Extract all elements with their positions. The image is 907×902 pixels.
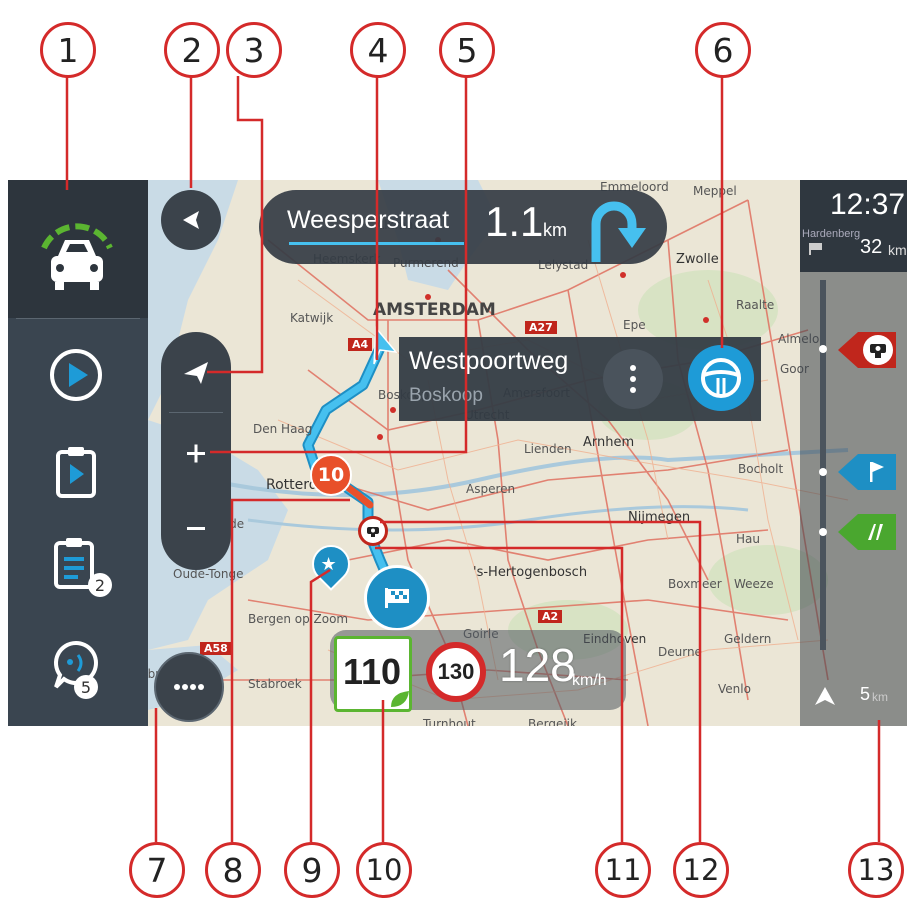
callout-3: 3 (226, 22, 282, 78)
route-bar-speed-camera[interactable] (838, 330, 898, 370)
callout-11: 11 (595, 842, 651, 898)
speed-camera-limit-sign: 130 (426, 642, 486, 702)
recent-count-badge: 2 (88, 573, 112, 597)
sidebar-divider (16, 318, 140, 319)
callout-5: 5 (439, 22, 495, 78)
drive-button[interactable] (688, 345, 754, 411)
speed-camera-limit-value: 130 (437, 659, 475, 684)
route-bar-rest-area[interactable] (838, 512, 898, 552)
traffic-delay-count: 10 (317, 464, 345, 486)
remaining-distance: 32 (860, 236, 883, 258)
location-popup[interactable]: Westpoortweg Boskoop (399, 337, 761, 421)
current-speed: 128 (499, 639, 576, 691)
connected-services-car-icon (41, 223, 113, 290)
zoom-divider (169, 412, 223, 413)
current-position-arrow-icon (815, 687, 835, 705)
clipboard-play-icon (56, 447, 96, 498)
callout-4: 4 (350, 22, 406, 78)
popup-subtitle: Boskoop (409, 385, 483, 406)
callout-9: 9 (284, 842, 340, 898)
popup-title: Westpoortweg (409, 347, 569, 375)
small-flag-icon (809, 243, 822, 255)
waypoint-flag-icon (838, 454, 896, 490)
callout-13: 13 (848, 842, 904, 898)
u-turn-icon (591, 201, 646, 262)
speed-camera-icon (838, 332, 896, 368)
callout-2: 2 (164, 22, 220, 78)
location-arrow-icon (184, 362, 208, 384)
report-button[interactable]: 5 (46, 635, 106, 699)
minus-icon (187, 527, 205, 530)
arrival-time: 12:37 (830, 188, 906, 221)
zoom-out-button[interactable] (161, 492, 231, 570)
vertical-dots-icon (630, 365, 636, 393)
steering-wheel-icon (701, 358, 741, 398)
play-circle-icon (50, 349, 102, 401)
zoom-in-button[interactable] (161, 414, 231, 492)
main-menu-sidebar: 2 5 (8, 180, 148, 726)
report-count-badge: 5 (74, 675, 98, 699)
destination-marker[interactable] (364, 565, 430, 631)
instruction-street: Weesperstraat (287, 206, 450, 234)
next-instruction-panel[interactable]: Weesperstraat 1.1 km (259, 190, 667, 264)
recent-destinations-button[interactable]: 2 (46, 535, 112, 597)
checkered-flag-icon (385, 588, 409, 608)
street-underline (289, 242, 464, 245)
speed-limit-value: 110 (343, 651, 402, 692)
more-dots-icon (174, 684, 204, 690)
route-event-dot (819, 468, 827, 476)
callout-12: 12 (673, 842, 729, 898)
route-progress-line (820, 280, 826, 650)
traffic-delay-badge[interactable]: 10 (310, 454, 352, 496)
route-event-dot (819, 528, 827, 536)
callout-6: 6 (695, 22, 751, 78)
callout-8: 8 (205, 842, 261, 898)
plus-icon (187, 444, 205, 463)
route-bar-unit: km (872, 690, 888, 704)
switch-view-button[interactable] (161, 332, 231, 412)
speed-camera-marker[interactable] (358, 516, 388, 546)
current-speed-unit: km/h (572, 672, 607, 689)
star-icon: ★ (320, 553, 337, 575)
camera-icon (367, 527, 379, 537)
callout-1: 1 (40, 22, 96, 78)
callout-10: 10 (356, 842, 412, 898)
drive-to-button[interactable] (46, 345, 106, 405)
callout-7: 7 (129, 842, 185, 898)
rest-area-icon (838, 514, 896, 550)
speed-limit-sign: 110 (334, 636, 412, 712)
route-bar-distance: 5 (860, 684, 871, 704)
device-screen: AMSTERDAM Rotterdam Arnhem Nijmegen 's-H… (8, 180, 907, 726)
arrival-info-panel[interactable]: 12:37 Hardenberg 32 km (800, 180, 907, 272)
instruction-unit: km (543, 220, 567, 240)
arrow-left-icon (183, 211, 199, 229)
my-routes-button[interactable] (46, 442, 106, 502)
route-bar[interactable]: 12:37 Hardenberg 32 km 5 km (800, 180, 907, 726)
back-button[interactable] (161, 190, 221, 250)
popup-menu-button[interactable] (603, 349, 663, 409)
zoom-controls (161, 332, 231, 570)
current-route-view-button[interactable] (8, 180, 148, 318)
route-bar-waypoint[interactable] (838, 452, 898, 492)
destination-place: Hardenberg (802, 228, 861, 240)
remaining-unit: km (888, 242, 907, 258)
eco-leaf-icon (391, 691, 409, 707)
route-event-dot (819, 345, 827, 353)
main-menu-button[interactable] (154, 652, 224, 722)
instruction-distance: 1.1 (485, 198, 544, 245)
